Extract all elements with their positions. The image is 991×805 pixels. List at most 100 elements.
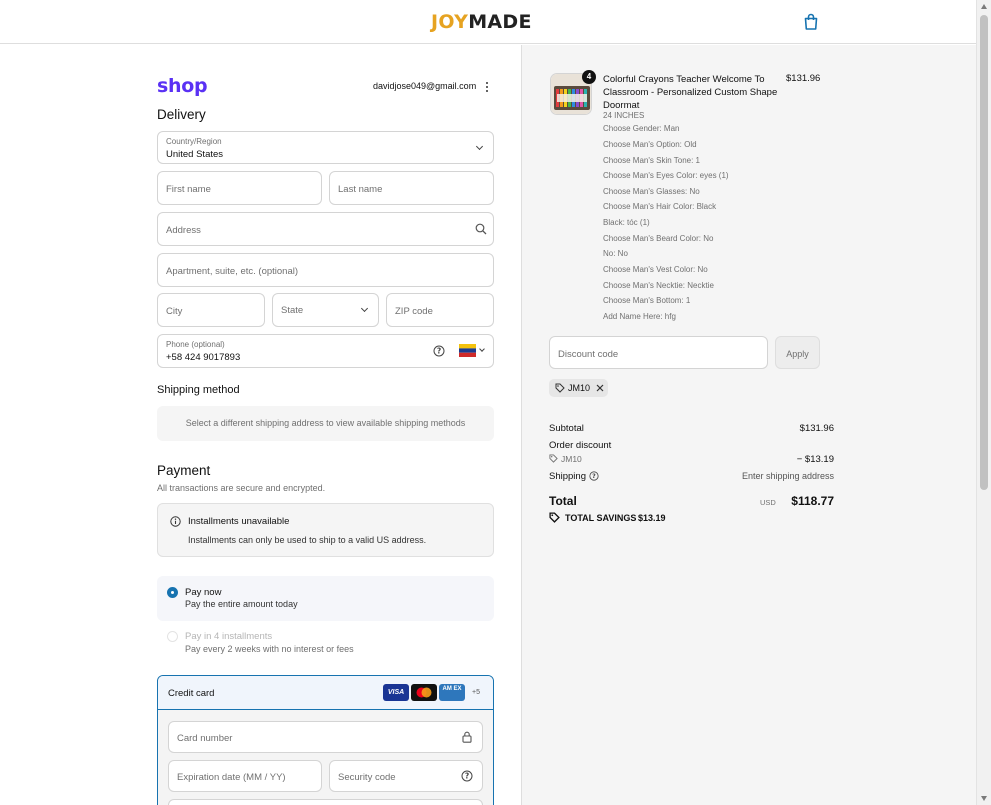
shipping-method-heading: Shipping method xyxy=(157,384,240,396)
close-icon[interactable] xyxy=(596,384,604,392)
apply-button-label: Apply xyxy=(786,349,809,359)
country-value: United States xyxy=(166,149,224,160)
account-email: davidjose049@gmail.com xyxy=(373,81,477,91)
discount-tag-chip: JM10 xyxy=(549,379,608,397)
last-name-placeholder: Last name xyxy=(338,184,383,195)
applied-discount-code: JM10 xyxy=(561,454,582,464)
phone-field[interactable]: Phone (optional) +58 424 9017893 ? xyxy=(157,334,494,368)
payment-heading: Payment xyxy=(157,463,211,478)
expiration-date-placeholder: Expiration date (MM / YY) xyxy=(177,772,286,783)
scroll-down-arrow-icon[interactable] xyxy=(981,796,987,801)
svg-text:?: ? xyxy=(592,473,596,480)
pay-now-radio[interactable] xyxy=(167,587,178,598)
card-number-placeholder: Card number xyxy=(177,733,233,744)
expiration-date-field[interactable]: Expiration date (MM / YY) xyxy=(168,760,322,792)
discount-tag-code: JM10 xyxy=(568,383,591,393)
phone-value: +58 424 9017893 xyxy=(166,352,241,363)
security-code-field[interactable]: Security code ? xyxy=(329,760,483,792)
subtotal-label: Subtotal xyxy=(549,423,584,434)
name-on-card-field[interactable] xyxy=(168,799,483,805)
more-cards-count: +5 xyxy=(472,689,480,696)
pay-in-4-description: Pay every 2 weeks with no interest or fe… xyxy=(185,644,354,654)
pay-in-4-label: Pay in 4 installments xyxy=(185,631,273,642)
order-summary-panel xyxy=(521,45,976,805)
product-option: Choose Man's Hair Color: Black xyxy=(603,202,717,211)
address-field[interactable]: Address xyxy=(157,212,494,246)
last-name-field[interactable]: Last name xyxy=(329,171,494,205)
apartment-field[interactable]: Apartment, suite, etc. (optional) xyxy=(157,253,494,287)
chevron-down-icon xyxy=(475,142,484,151)
shop-pay-logo: shop xyxy=(157,75,208,97)
savings-tag-icon xyxy=(549,512,560,523)
first-name-placeholder: First name xyxy=(166,184,211,195)
first-name-field[interactable]: First name xyxy=(157,171,322,205)
discount-code-placeholder: Discount code xyxy=(558,349,619,360)
credit-card-label: Credit card xyxy=(168,688,215,699)
country-select[interactable]: Country/Region United States xyxy=(157,131,494,164)
pay-in-4-option[interactable]: Pay in 4 installments Pay every 2 weeks … xyxy=(157,625,494,659)
visa-icon: VISA xyxy=(383,684,409,701)
total-savings-value: $13.19 xyxy=(638,513,666,523)
delivery-heading: Delivery xyxy=(157,107,206,122)
top-header: JOYMADE xyxy=(0,0,976,44)
pay-now-description: Pay the entire amount today xyxy=(185,599,298,609)
page-scrollbar[interactable] xyxy=(976,0,991,805)
state-label: State xyxy=(281,305,304,316)
installments-text: Installments can only be used to ship to… xyxy=(188,535,427,545)
security-code-placeholder: Security code xyxy=(338,772,396,783)
product-option: Choose Man's Vest Color: No xyxy=(603,265,708,274)
pay-in-4-radio[interactable] xyxy=(167,631,178,642)
chevron-down-icon xyxy=(360,304,369,313)
address-placeholder: Address xyxy=(166,225,201,236)
installments-notice: Installments unavailable Installments ca… xyxy=(157,503,494,557)
shipping-label: Shipping xyxy=(549,471,586,482)
product-option: Choose Man's Glasses: No xyxy=(603,187,700,196)
quantity-badge: 4 xyxy=(582,70,596,84)
tag-icon xyxy=(549,454,558,463)
shopping-bag-icon[interactable] xyxy=(803,13,819,31)
more-options-icon[interactable] xyxy=(486,82,489,92)
brand-logo-part-1: JOY xyxy=(431,11,469,33)
tag-icon xyxy=(555,383,565,393)
product-price: $131.96 xyxy=(786,73,821,84)
phone-label: Phone (optional) xyxy=(166,340,225,349)
discount-code-field[interactable]: Discount code xyxy=(549,336,768,369)
scroll-up-arrow-icon[interactable] xyxy=(981,4,987,9)
order-discount-value: − $13.19 xyxy=(796,454,834,465)
venezuela-flag-icon[interactable] xyxy=(459,344,476,357)
city-field[interactable]: City xyxy=(157,293,265,327)
installments-title: Installments unavailable xyxy=(188,516,290,527)
state-select[interactable]: State xyxy=(272,293,379,327)
help-icon[interactable]: ? xyxy=(433,345,445,357)
brand-logo[interactable]: JOYMADE xyxy=(431,11,532,33)
product-option: Choose Man's Beard Color: No xyxy=(603,234,714,243)
product-title: Colorful Crayons Teacher Welcome To Clas… xyxy=(603,74,778,111)
shipping-method-notice: Select a different shipping address to v… xyxy=(157,406,494,441)
chevron-down-icon xyxy=(479,346,485,352)
apply-discount-button[interactable]: Apply xyxy=(775,336,820,369)
payment-subtitle: All transactions are secure and encrypte… xyxy=(157,483,326,493)
zip-field[interactable]: ZIP code xyxy=(386,293,494,327)
city-placeholder: City xyxy=(166,306,183,317)
order-discount-label: Order discount xyxy=(549,440,612,451)
product-option: Choose Man's Necktie: Necktie xyxy=(603,281,714,290)
help-icon[interactable]: ? xyxy=(461,770,473,782)
product-option: Add Name Here: hfg xyxy=(603,312,676,321)
apartment-placeholder: Apartment, suite, etc. (optional) xyxy=(166,266,299,277)
product-option: Choose Man's Skin Tone: 1 xyxy=(603,156,700,165)
card-number-field[interactable]: Card number xyxy=(168,721,483,753)
shipping-value: Enter shipping address xyxy=(741,471,834,481)
credit-card-header[interactable]: Credit card VISA AM EX +5 xyxy=(158,676,493,710)
svg-text:?: ? xyxy=(465,772,469,781)
pay-now-label: Pay now xyxy=(185,587,222,598)
subtotal-value: $131.96 xyxy=(799,423,834,434)
total-label: Total xyxy=(549,494,577,508)
help-icon[interactable]: ? xyxy=(589,471,599,481)
product-option: Choose Man's Eyes Color: eyes (1) xyxy=(603,171,729,180)
country-label: Country/Region xyxy=(166,137,222,146)
credit-card-section: Credit card VISA AM EX +5 Card number Ex… xyxy=(157,675,494,805)
product-option: Black: tóc (1) xyxy=(603,218,650,227)
pay-now-option[interactable]: Pay now Pay the entire amount today xyxy=(157,576,494,621)
scroll-thumb[interactable] xyxy=(980,15,988,490)
svg-text:?: ? xyxy=(437,347,441,356)
